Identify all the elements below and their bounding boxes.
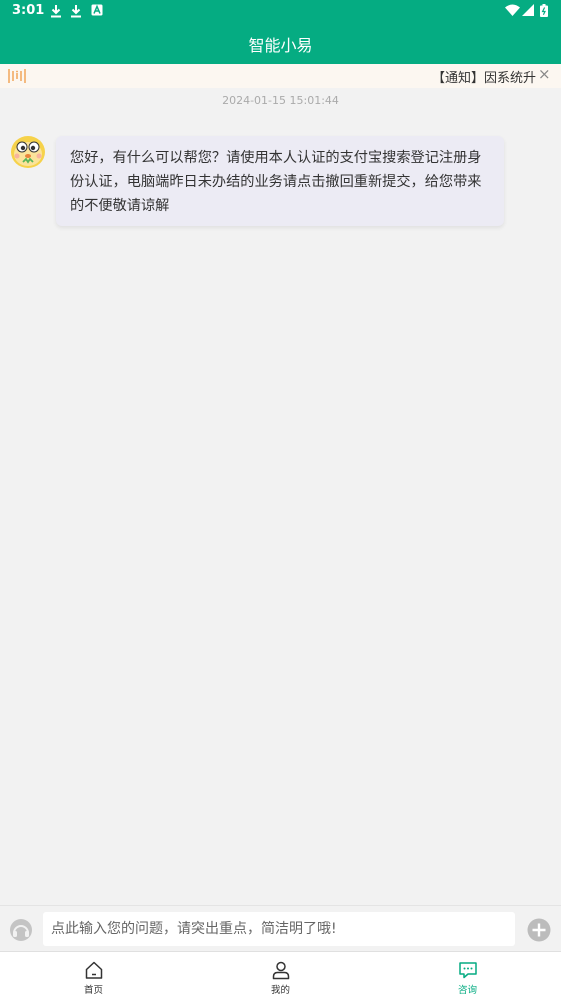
status-bar: 3:01 (0, 0, 561, 24)
tab-consult-label: 咨询 (457, 985, 477, 996)
message-text: 您好，有什么可以帮您？请使用本人认证的支付宝搜索登记注册身份认证，电脑端昨日未办… (70, 150, 482, 214)
notice-text: 【通知】因系统升级维护 (432, 71, 536, 86)
app-header: 智能小易 (0, 24, 561, 64)
message-timestamp: 2024-01-15 15:01:44 (222, 94, 339, 107)
page-title: 智能小易 (248, 36, 313, 55)
message-bubble: 您好，有什么可以帮您？请使用本人认证的支付宝搜索登记注册身份认证，电脑端昨日未办… (56, 136, 504, 226)
status-time: 3:01 (12, 3, 45, 18)
chat-input[interactable] (43, 912, 515, 946)
tab-home-label: 首页 (83, 985, 103, 996)
wifi-icon (505, 4, 520, 16)
assistant-avatar (11, 136, 45, 168)
home-icon (85, 961, 102, 979)
chat-icon (458, 962, 477, 979)
download-icon (51, 5, 61, 18)
notice-bar[interactable]: 【通知】因系统升级维护 × (0, 64, 561, 88)
close-icon[interactable]: × (538, 65, 551, 83)
tab-mine[interactable]: 我的 (187, 952, 374, 1000)
bottom-tab-bar: 首页 我的 咨询 (0, 951, 561, 1000)
plus-icon[interactable] (527, 918, 551, 942)
app-notification-icon (91, 4, 103, 16)
tab-home[interactable]: 首页 (0, 952, 187, 1000)
battery-icon (540, 4, 548, 17)
user-icon (272, 961, 289, 980)
input-bar (0, 905, 561, 952)
voice-icon[interactable] (9, 918, 33, 942)
tab-consult[interactable]: 咨询 (374, 952, 561, 1000)
signal-icon (522, 4, 534, 16)
tab-mine-label: 我的 (270, 985, 290, 996)
download-icon-2 (71, 5, 81, 18)
broadcast-icon (8, 69, 26, 83)
